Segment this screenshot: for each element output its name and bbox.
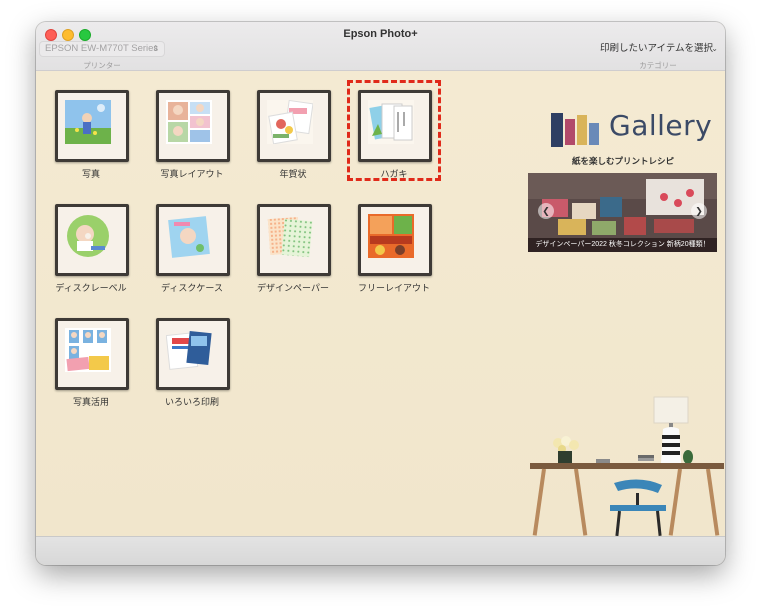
design-paper-thumbnail xyxy=(267,214,321,266)
app-window: Epson Photo+ EPSON EW-M770T Series ⇕ プリン… xyxy=(36,22,725,565)
item-label: 写真 xyxy=(81,169,100,179)
item-label: いろいろ印刷 xyxy=(164,397,219,407)
disc-case-thumbnail xyxy=(166,214,220,266)
disc-label-thumbnail xyxy=(65,214,119,266)
frame xyxy=(156,318,230,390)
item-photo-usage[interactable]: 写真活用 xyxy=(43,318,139,426)
gallery-logo-icon xyxy=(551,113,599,147)
gallery-banner[interactable]: ❮ ❯ デザインペーパー2022 秋冬コレクション 新柄20種類！ xyxy=(528,173,717,252)
category-select-value: 印刷したいアイテムを選択 xyxy=(600,43,714,54)
item-label: 写真活用 xyxy=(72,397,109,407)
banner-caption: デザインペーパー2022 秋冬コレクション 新柄20種類！ xyxy=(528,238,717,252)
item-various-print[interactable]: いろいろ印刷 xyxy=(144,318,240,426)
title-bar: Epson Photo+ EPSON EW-M770T Series ⇕ プリン… xyxy=(36,22,725,71)
photo-usage-thumbnail xyxy=(65,328,119,380)
gallery-logo[interactable]: Gallery xyxy=(549,109,712,153)
new-year-card-thumbnail xyxy=(267,100,321,152)
item-disc-label[interactable]: ディスクレーベル xyxy=(43,204,139,312)
frame xyxy=(156,204,230,276)
item-new-year-card[interactable]: 年賀状 xyxy=(245,90,341,198)
gallery-tagline: 紙を楽しむプリントレシピ xyxy=(571,156,674,166)
frame xyxy=(55,90,129,162)
window-title: Epson Photo+ xyxy=(343,28,418,40)
frame xyxy=(55,318,129,390)
photo-thumbnail xyxy=(65,100,119,152)
frame xyxy=(257,204,331,276)
item-label: 写真レイアウト xyxy=(160,169,224,179)
printer-caption: プリンター xyxy=(83,61,121,70)
gallery-logo-text: Gallery xyxy=(609,109,713,142)
bottom-bar xyxy=(36,536,725,565)
item-label: 年賀状 xyxy=(279,169,307,179)
item-free-layout[interactable]: フリーレイアウト xyxy=(346,204,442,312)
item-photo[interactable]: 写真 xyxy=(43,90,139,198)
category-select[interactable]: 印刷したいアイテムを選択 ⌄ xyxy=(594,41,722,57)
free-layout-thumbnail xyxy=(368,214,422,266)
item-disc-case[interactable]: ディスクケース xyxy=(144,204,240,312)
item-design-paper[interactable]: デザインペーパー xyxy=(245,204,341,312)
frame xyxy=(257,90,331,162)
desk-illustration xyxy=(530,396,724,536)
updown-chevron-icon: ⇕ xyxy=(152,44,159,53)
item-photo-layout[interactable]: 写真レイアウト xyxy=(144,90,240,198)
photo-layout-thumbnail xyxy=(166,100,220,152)
category-caption: カテゴリー xyxy=(639,61,677,70)
frame xyxy=(156,90,230,162)
printer-select[interactable]: EPSON EW-M770T Series ⇕ xyxy=(39,41,165,57)
printer-select-value: EPSON EW-M770T Series xyxy=(45,43,159,54)
item-label: フリーレイアウト xyxy=(357,283,430,293)
chevron-down-icon: ⌄ xyxy=(711,44,718,53)
item-label: デザインペーパー xyxy=(257,283,329,293)
item-label: ディスクケース xyxy=(161,283,223,293)
selected-item-highlight xyxy=(347,80,441,181)
frame xyxy=(55,204,129,276)
banner-prev-button[interactable]: ❮ xyxy=(538,203,554,219)
item-grid-area: 写真 写真レイアウト 年賀状 ハガキ ディスクレーベル ディスクケース デザイン… xyxy=(36,71,725,536)
item-label: ディスクレーベル xyxy=(55,283,127,293)
banner-next-button[interactable]: ❯ xyxy=(691,203,707,219)
various-print-thumbnail xyxy=(166,328,220,380)
frame xyxy=(358,204,432,276)
